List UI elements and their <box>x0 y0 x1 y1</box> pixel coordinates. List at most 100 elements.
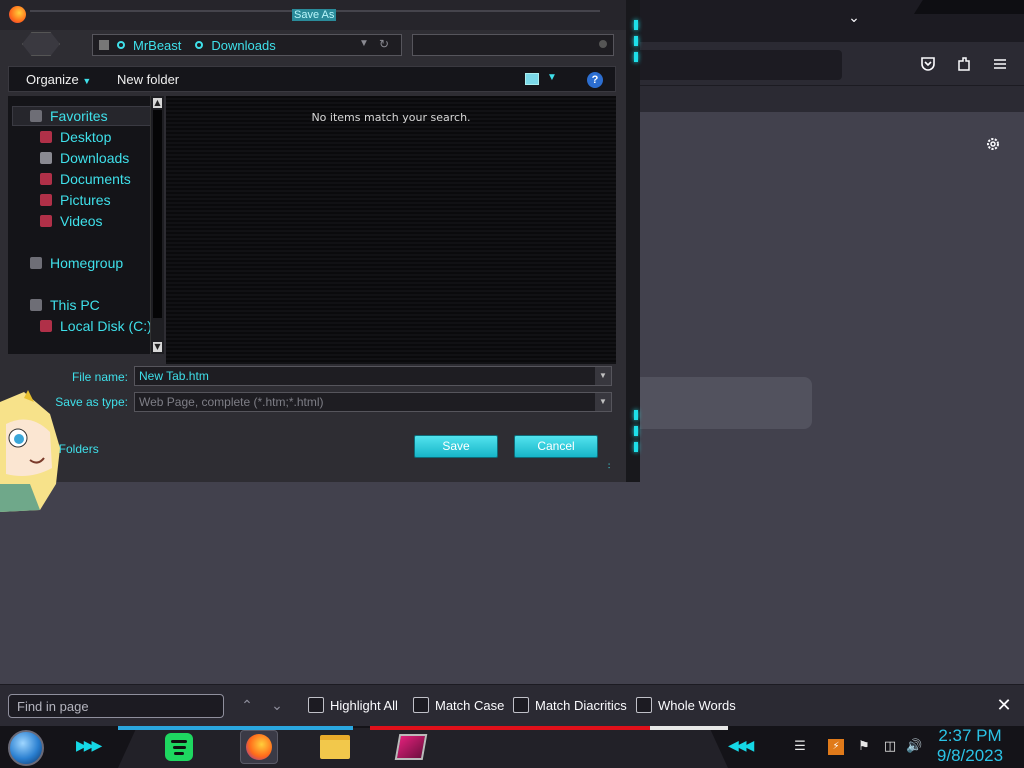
nav-label: Local Disk (C:) <box>60 318 152 334</box>
breadcrumb-separator-icon <box>195 41 204 49</box>
checkbox-label: Match Diacritics <box>535 697 627 713</box>
find-input[interactable] <box>8 694 224 718</box>
rail-light <box>634 36 638 46</box>
whole-words-checkbox[interactable]: Whole Words <box>636 697 736 713</box>
nav-label: Desktop <box>60 129 112 145</box>
dialog-titlebar: Save As <box>0 0 626 30</box>
dialog-title: Save As <box>292 9 337 21</box>
checkbox-box[interactable] <box>308 697 324 713</box>
chevron-down-icon[interactable]: ▼ <box>595 367 611 385</box>
checkbox-box[interactable] <box>413 697 429 713</box>
nav-item-this-pc[interactable]: This PC <box>30 297 100 313</box>
documents-icon <box>40 173 52 185</box>
back-button[interactable] <box>22 32 60 56</box>
checkbox-box[interactable] <box>513 697 529 713</box>
resize-grip-icon[interactable]: ∶ <box>608 462 610 472</box>
pictures-icon <box>40 194 52 206</box>
decor-chevrons: ▶▶▶ <box>76 738 102 754</box>
search-input[interactable] <box>412 34 614 56</box>
show-hidden-icons-icon[interactable]: ☰ <box>792 739 808 755</box>
organize-button[interactable]: Organize ▼ <box>26 72 91 87</box>
close-icon[interactable]: ✕ <box>994 695 1014 715</box>
window-edge <box>914 0 1024 14</box>
app-tray-icon[interactable]: ⚡ <box>828 739 844 755</box>
help-icon[interactable]: ? <box>587 72 603 88</box>
highlight-all-checkbox[interactable]: Highlight All <box>308 697 398 713</box>
view-icon[interactable] <box>525 73 539 85</box>
videos-icon <box>40 215 52 227</box>
pocket-icon[interactable] <box>917 53 939 75</box>
command-bar: Organize ▼ New folder ▼ ? <box>8 66 616 92</box>
save-button[interactable]: Save <box>414 435 498 458</box>
extensions-icon[interactable] <box>953 53 975 75</box>
file-name-value: New Tab.htm <box>139 369 209 383</box>
menu-icon[interactable] <box>989 53 1011 75</box>
nav-scrollbar[interactable]: ▲ ▼ <box>150 96 164 354</box>
search-icon <box>599 40 607 48</box>
breadcrumb-mrbeast[interactable]: MrBeast <box>133 38 181 53</box>
chevron-down-icon[interactable]: ▼ <box>595 393 611 411</box>
scroll-thumb[interactable] <box>153 110 162 318</box>
nav-label: Homegroup <box>50 255 124 271</box>
network-icon[interactable]: ◫ <box>882 739 898 755</box>
cartoon-character-sticker <box>0 390 60 512</box>
clock-date: 9/8/2023 <box>936 746 1004 765</box>
find-previous-icon[interactable]: ⌃ <box>238 697 256 715</box>
media-app-icon[interactable] <box>394 730 428 764</box>
new-tab-search-box[interactable] <box>632 377 812 429</box>
nav-item-desktop[interactable]: Desktop <box>40 129 111 145</box>
nav-item-pictures[interactable]: Pictures <box>40 192 111 208</box>
system-clock[interactable]: 2:37 PM 9/8/2023 <box>920 726 1020 766</box>
chevron-down-icon[interactable]: ▼ <box>547 72 557 83</box>
nav-label: Documents <box>60 171 131 187</box>
find-next-icon[interactable]: ⌄ <box>268 697 286 715</box>
file-name-field[interactable]: New Tab.htm ▼ <box>134 366 612 386</box>
match-case-checkbox[interactable]: Match Case <box>413 697 504 713</box>
file-explorer-app-icon[interactable] <box>318 730 352 764</box>
spotify-glyph <box>165 733 193 761</box>
decor-chevrons: ◀◀◀ <box>728 738 754 754</box>
nav-label: This PC <box>50 297 100 313</box>
new-folder-button[interactable]: New folder <box>117 72 179 87</box>
chevron-down-icon[interactable]: ▼ <box>359 38 369 49</box>
checkbox-box[interactable] <box>636 697 652 713</box>
breadcrumb-downloads[interactable]: Downloads <box>211 38 275 53</box>
empty-message: No items match your search. <box>311 111 471 124</box>
nav-item-videos[interactable]: Videos <box>40 213 103 229</box>
checkbox-label: Highlight All <box>330 697 398 713</box>
nav-label: Downloads <box>60 150 130 166</box>
firefox-app-icon[interactable] <box>240 730 278 764</box>
save-type-select[interactable]: Web Page, complete (*.htm;*.html) ▼ <box>134 392 612 412</box>
rail-light <box>634 426 638 436</box>
clock-time: 2:37 PM <box>938 726 1002 745</box>
save-as-dialog: Save As MrBeast Downloads ▼ ↻ Organize ▼… <box>0 0 640 482</box>
nav-item-documents[interactable]: Documents <box>40 171 131 187</box>
find-bar: ⌃ ⌄ Highlight All Match Case Match Diacr… <box>0 684 1024 726</box>
file-name-label: File name: <box>71 370 128 384</box>
refresh-icon[interactable]: ↻ <box>379 37 389 51</box>
scroll-down-icon[interactable]: ▼ <box>153 342 162 352</box>
list-all-tabs-icon[interactable]: ⌄ <box>842 10 866 32</box>
save-type-value: Web Page, complete (*.htm;*.html) <box>139 395 324 409</box>
nav-item-favorites[interactable]: Favorites <box>30 108 108 124</box>
url-bar[interactable] <box>632 50 842 80</box>
match-diacritics-checkbox[interactable]: Match Diacritics <box>513 697 627 713</box>
nav-item-local-disk[interactable]: Local Disk (C:) <box>40 318 152 334</box>
checkbox-label: Match Case <box>435 697 505 713</box>
folder-glyph <box>320 735 350 759</box>
rail-light <box>634 410 638 420</box>
scroll-up-icon[interactable]: ▲ <box>153 98 162 108</box>
homegroup-icon <box>30 257 42 269</box>
address-bar[interactable]: MrBeast Downloads ▼ ↻ <box>92 34 402 56</box>
nav-item-downloads[interactable]: Downloads <box>40 150 129 166</box>
action-center-flag-icon[interactable]: ⚑ <box>856 739 872 755</box>
nav-label: Pictures <box>60 192 111 208</box>
spotify-app-icon[interactable] <box>162 730 196 764</box>
star-icon <box>30 110 42 122</box>
start-button[interactable] <box>8 730 44 766</box>
nav-item-homegroup[interactable]: Homegroup <box>30 255 123 271</box>
nav-label: Videos <box>60 213 103 229</box>
gear-icon[interactable] <box>982 133 1004 155</box>
file-list[interactable]: No items match your search. <box>166 96 616 364</box>
cancel-button[interactable]: Cancel <box>514 435 598 458</box>
